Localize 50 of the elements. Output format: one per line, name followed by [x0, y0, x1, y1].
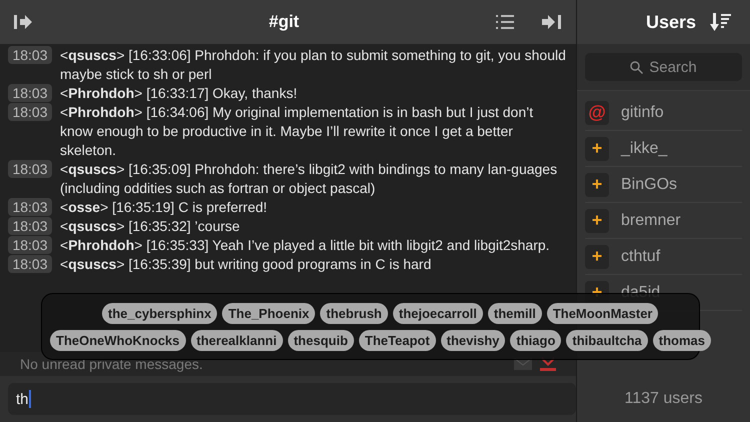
user-item[interactable]: + cthtuf [585, 239, 742, 275]
nick-suggestion[interactable]: TheMoonMaster [546, 302, 658, 324]
nick-suggestion[interactable]: therealklanni [190, 330, 283, 350]
nick-suggestion[interactable]: thebrush [320, 302, 388, 324]
nick-suggestion[interactable]: thesquib [288, 330, 354, 350]
message-input[interactable]: th [8, 383, 576, 415]
message-time: 18:03 [8, 103, 52, 121]
search-icon [630, 60, 644, 74]
message-time: 18:03 [8, 236, 52, 254]
message-text: <Phrohdoh> [16:34:06] My original implementation is in bash but I just don’t know enough to be productive in it. Maybe I’ll rewrite it once I get a better skeleton. [60, 103, 534, 160]
nick-suggestion[interactable]: thiago [510, 330, 562, 350]
message-time: 18:03 [8, 255, 52, 273]
list-icon[interactable] [496, 15, 514, 29]
search-field[interactable]: Search [585, 53, 742, 81]
user-mode-badge: + [585, 136, 609, 160]
message-text: <qsuscs> [16:33:06] Phrohdoh: if you plan to submit something to git, you should maybe stick to sh or perl [60, 46, 567, 84]
message-time: 18:03 [8, 84, 52, 102]
nick-suggestion[interactable]: thejoecarroll [392, 302, 483, 324]
message-text: <osse> [16:35:19] C is preferred! [60, 198, 268, 217]
nick-suggestion[interactable]: themill [488, 302, 542, 324]
message-text: <qsuscs> [16:35:32] ’course [60, 217, 241, 236]
nick-suggestion[interactable]: thevishy [440, 330, 506, 350]
nick-suggestion[interactable]: the_cybersphinx [102, 302, 218, 324]
message-text: <qsuscs> [16:35:09] Phrohdoh: there’s libgit2 with bindings to many lan-guages (including oddities such as fortran or object pascal) [60, 160, 558, 198]
message-time: 18:03 [8, 217, 52, 235]
message-text: <qsuscs> [16:35:39] but writing good programs in C is hard [60, 255, 432, 274]
nick-suggestion[interactable]: The_Phoenix [222, 302, 316, 324]
sidebar-title: Users [646, 12, 696, 32]
collapse-icon[interactable] [542, 15, 562, 29]
nick-suggestion[interactable]: thibaultcha [566, 330, 648, 350]
message-text: <Phrohdoh> [16:35:33] Yeah I’ve played a little bit with libgit2 and libgit2sharp. [60, 236, 551, 255]
message-time: 18:03 [8, 160, 52, 178]
message-time: 18:03 [8, 198, 52, 216]
user-mode-badge: + [585, 172, 609, 196]
nick-suggestion[interactable]: TheOneWhoKnocks [50, 330, 186, 350]
user-item[interactable]: @ gitinfo [585, 95, 742, 131]
nick-suggestion[interactable]: thomas [652, 330, 711, 350]
nick-suggestion[interactable]: TheTeapot [358, 330, 436, 350]
sidebar-toggle-icon[interactable] [14, 15, 32, 29]
sort-icon[interactable] [710, 13, 732, 31]
user-item[interactable]: + BinGOs [585, 167, 742, 203]
user-item[interactable]: + bremner [585, 203, 742, 239]
user-mode-badge: + [585, 244, 609, 268]
message-time: 18:03 [8, 46, 52, 64]
channel-title: #git [268, 12, 300, 32]
user-mode-badge: + [585, 208, 609, 232]
message-text: <Phrohdoh> [16:33:17] Okay, thanks! [60, 84, 298, 103]
status-message: No unread private messages. [20, 356, 204, 372]
user-item[interactable]: + _ikke_ [585, 131, 742, 167]
user-mode-badge: @ [585, 100, 609, 124]
